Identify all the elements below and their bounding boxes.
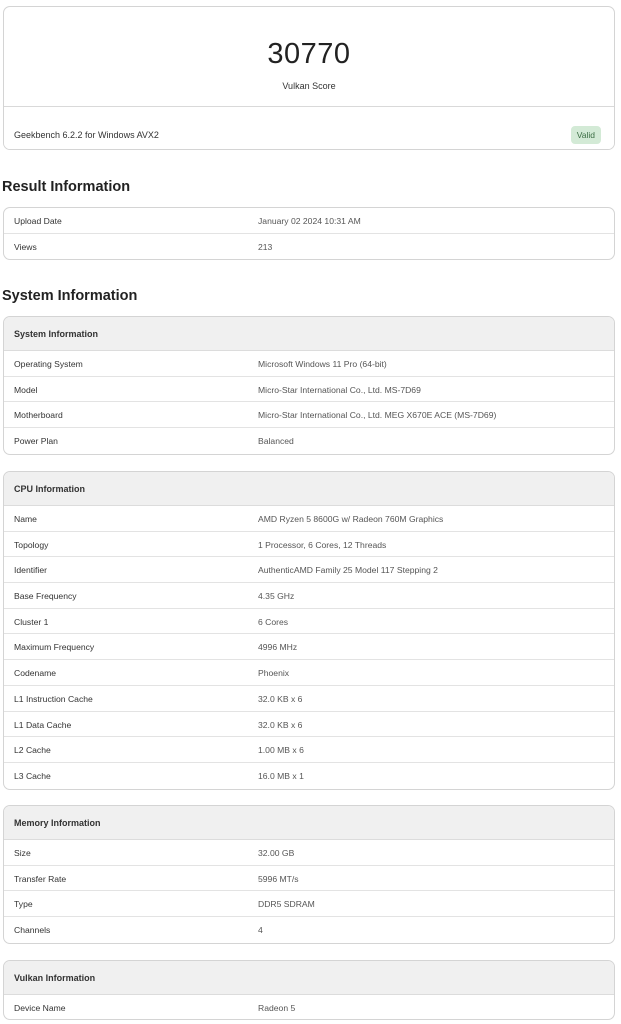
row-key: Model: [14, 384, 38, 395]
cpu-information-table: CPU Information Name AMD Ryzen 5 8600G w/…: [3, 471, 615, 790]
row-value: Phoenix: [258, 668, 290, 679]
score-footer: Geekbench 6.2.2 for Windows AVX2 Valid: [4, 106, 614, 149]
row-key: Views: [14, 241, 37, 252]
table-row: Name AMD Ryzen 5 8600G w/ Radeon 760M Gra…: [4, 506, 614, 532]
row-key: L3 Cache: [14, 770, 51, 781]
table-row: Cluster 1 6 Cores: [4, 609, 614, 635]
row-key: L1 Data Cache: [14, 719, 72, 730]
table-row: L1 Data Cache 32.0 KB x 6: [4, 712, 614, 738]
table-row: Type DDR5 SDRAM: [4, 891, 614, 918]
table-header-label: Memory Information: [14, 818, 101, 828]
row-key: Name: [14, 514, 37, 524]
score-value: 30770: [267, 38, 351, 70]
table-row: L2 Cache 1.00 MB x 6: [4, 737, 614, 763]
row-key: Base Frequency: [14, 591, 77, 602]
row-value: 213: [258, 241, 273, 252]
row-key: Maximum Frequency: [14, 642, 95, 653]
row-value: 32.0 KB x 6: [258, 719, 303, 730]
system-information-table: System Information Operating System Micro…: [3, 316, 615, 455]
row-value: 4: [258, 925, 263, 936]
row-key: Size: [14, 848, 31, 858]
table-row: Maximum Frequency 4996 MHz: [4, 634, 614, 661]
table-header-label: System Information: [14, 329, 99, 339]
table-row: Device Name Radeon 5: [4, 995, 614, 1019]
table-row: Channels 4: [4, 917, 614, 943]
table-row: Upload Date January 02 2024 10:31 AM: [4, 208, 614, 234]
row-key: Type: [14, 899, 33, 910]
table-row: Codename Phoenix: [4, 660, 614, 686]
row-value: Balanced: [258, 436, 294, 447]
table-row: Operating System Microsoft Windows 11 Pro…: [4, 351, 614, 377]
row-key: Codename: [14, 668, 57, 679]
score-label: Vulkan Score: [282, 81, 336, 91]
row-value: 6 Cores: [258, 616, 289, 627]
table-row: L1 Instruction Cache 32.0 KB x 6: [4, 686, 614, 712]
table-header: Vulkan Information: [4, 961, 614, 995]
table-row: L3 Cache 16.0 MB x 1: [4, 763, 614, 789]
table-row: Topology 1 Processor, 6 Cores, 12 Threads: [4, 532, 614, 558]
benchmark-version: Geekbench 6.2.2 for Windows AVX2: [14, 130, 159, 140]
row-value: 1.00 MB x 6: [258, 745, 304, 756]
table-row: Size 32.00 GB: [4, 840, 614, 866]
score-card: 30770 Vulkan Score Geekbench 6.2.2 for W…: [3, 6, 615, 150]
table-header-label: Vulkan Information: [14, 973, 96, 983]
row-key: Topology: [14, 539, 49, 550]
row-key: Cluster 1: [14, 616, 49, 627]
row-key: Transfer Rate: [14, 873, 67, 884]
result-information-title: Result Information: [2, 179, 131, 195]
table-row: Transfer Rate 5996 MT/s: [4, 866, 614, 892]
memory-information-table: Memory Information Size 32.00 GB Transfer…: [3, 805, 615, 944]
table-header: Memory Information: [4, 806, 614, 840]
row-value: 16.0 MB x 1: [258, 770, 304, 781]
row-key: Power Plan: [14, 436, 58, 447]
row-value: 4996 MHz: [258, 642, 298, 653]
system-information-title: System Information: [2, 288, 138, 304]
status-badge: Valid: [570, 126, 601, 144]
row-value: Microsoft Windows 11 Pro (64-bit): [258, 359, 387, 369]
table-header: CPU Information: [4, 472, 614, 506]
table-header-label: CPU Information: [14, 484, 85, 494]
table-row: Identifier AuthenticAMD Family 25 Model 1…: [4, 557, 614, 584]
row-key: Upload Date: [14, 216, 62, 226]
row-key: Operating System: [14, 359, 83, 369]
row-value: January 02 2024 10:31 AM: [258, 216, 361, 226]
row-value: 32.00 GB: [258, 848, 295, 858]
row-value: Micro-Star International Co., Ltd. MEG X…: [258, 410, 497, 421]
row-value: AMD Ryzen 5 8600G w/ Radeon 760M Graphic…: [258, 514, 444, 524]
row-value: Micro-Star International Co., Ltd. MS-7D…: [258, 384, 421, 395]
row-value: Radeon 5: [258, 1003, 296, 1013]
row-key: Identifier: [14, 565, 47, 576]
row-key: Device Name: [14, 1003, 66, 1013]
row-value: 5996 MT/s: [258, 873, 299, 884]
table-row: Base Frequency 4.35 GHz: [4, 583, 614, 609]
vulkan-information-table: Vulkan Information Device Name Radeon 5: [3, 960, 615, 1020]
row-key: Channels: [14, 925, 51, 936]
table-header: System Information: [4, 317, 614, 351]
table-row: Model Micro-Star International Co., Ltd. …: [4, 377, 614, 403]
table-row: Views 213: [4, 234, 614, 260]
row-value: 32.0 KB x 6: [258, 693, 303, 704]
row-value: DDR5 SDRAM: [258, 899, 315, 910]
table-row: Motherboard Micro-Star International Co.,…: [4, 402, 614, 429]
row-key: Motherboard: [14, 410, 63, 421]
row-value: 4.35 GHz: [258, 591, 295, 602]
table-row: Power Plan Balanced: [4, 428, 614, 454]
row-key: L2 Cache: [14, 745, 51, 756]
row-value: 1 Processor, 6 Cores, 12 Threads: [258, 539, 387, 550]
result-information-table: Upload Date January 02 2024 10:31 AM Vie…: [3, 207, 615, 261]
row-value: AuthenticAMD Family 25 Model 117 Steppin…: [258, 565, 438, 576]
row-key: L1 Instruction Cache: [14, 693, 93, 704]
